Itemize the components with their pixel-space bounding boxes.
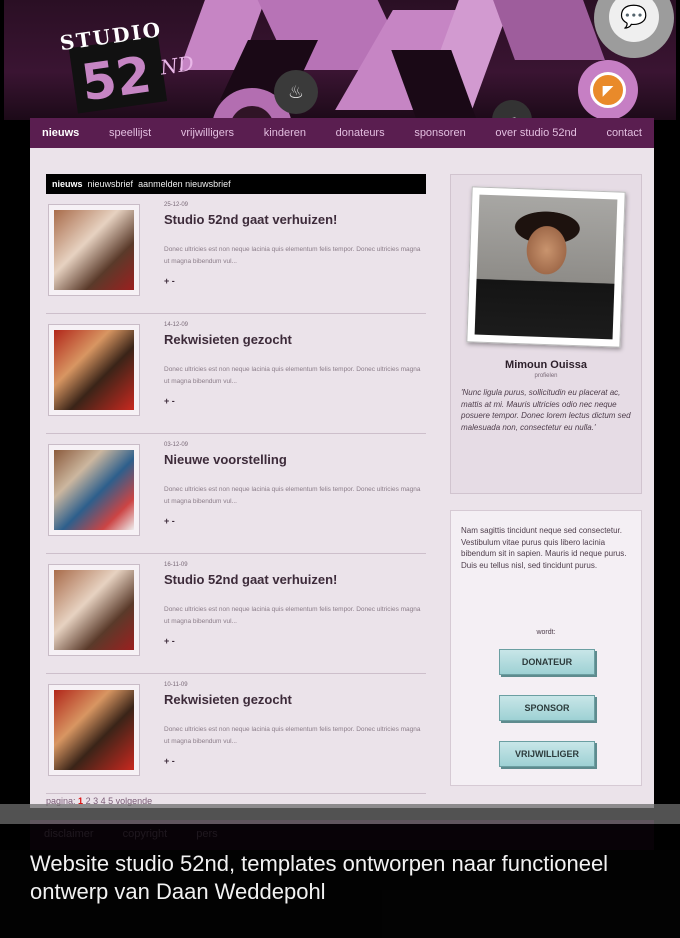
news-title[interactable]: Nieuwe voorstelling — [164, 452, 287, 467]
news-photo — [54, 450, 134, 530]
news-date: 25-12-09 — [164, 202, 189, 208]
news-date: 03-12-09 — [164, 442, 189, 448]
site-logo[interactable]: STUDIO 52 ND — [58, 13, 199, 120]
news-date: 10-11-09 — [164, 682, 188, 688]
caption-top-strip — [0, 804, 680, 824]
news-divider — [46, 433, 426, 434]
sub-nav-item-aanmelden[interactable]: aanmelden nieuwsbrief — [138, 179, 231, 189]
news-photo — [54, 690, 134, 770]
news-expand-toggle[interactable]: + - — [164, 756, 175, 766]
nav-item-contact[interactable]: contact — [606, 127, 641, 139]
page-content: nieuws nieuwsbrief aanmelden nieuwsbrief… — [30, 148, 654, 808]
news-photo — [54, 210, 134, 290]
news-column: nieuws nieuwsbrief aanmelden nieuwsbrief… — [46, 174, 426, 794]
news-expand-toggle[interactable]: + - — [164, 636, 175, 646]
screenshot-frame: 💬 ◤ ♨ ♫ STUDIO 52 ND nieuws speellijst v… — [0, 0, 680, 938]
news-thumbnail[interactable] — [48, 684, 140, 776]
nav-item-vrijwilligers[interactable]: vrijwilligers — [181, 127, 234, 139]
news-thumbnail[interactable] — [48, 204, 140, 296]
rss-icon[interactable]: ◤ — [590, 72, 626, 108]
news-photo — [54, 570, 134, 650]
cta-wordt-label: wordt: — [536, 629, 556, 636]
news-title[interactable]: Rekwisieten gezocht — [164, 692, 292, 707]
news-divider — [46, 553, 426, 554]
profile-quote: 'Nunc ligula purus, sollicitudin eu plac… — [461, 388, 631, 432]
news-date: 16-11-09 — [164, 562, 188, 568]
site-header: 💬 ◤ ♨ ♫ STUDIO 52 ND — [4, 0, 676, 120]
news-title[interactable]: Studio 52nd gaat verhuizen! — [164, 572, 337, 587]
nav-item-speellijst[interactable]: speellijst — [109, 127, 151, 139]
news-item: 14-12-09 Rekwisieten gezocht Donec ultri… — [46, 316, 426, 434]
nav-item-nieuws[interactable]: nieuws — [42, 127, 79, 139]
logo-text-52: 52 — [77, 45, 155, 113]
news-excerpt: Donec ultricies est non neque lacinia qu… — [164, 366, 421, 385]
nav-item-kinderen[interactable]: kinderen — [264, 127, 306, 139]
logo-text-nd: ND — [158, 51, 196, 80]
music-icon: ♫ — [492, 100, 532, 120]
sub-nav-item-nieuws[interactable]: nieuws — [52, 179, 83, 189]
sub-nav: nieuws nieuwsbrief aanmelden nieuwsbrief — [46, 174, 426, 194]
news-date: 14-12-09 — [164, 322, 189, 328]
news-excerpt: Donec ultricies est non neque lacinia qu… — [164, 726, 421, 745]
caption-overlay: Website studio 52nd, templates ontworpen… — [0, 824, 680, 938]
caption-text: Website studio 52nd, templates ontworpen… — [30, 851, 609, 904]
vrijwilliger-button[interactable]: VRIJWILLIGER — [499, 741, 595, 767]
sponsor-button[interactable]: SPONSOR — [499, 695, 595, 721]
news-thumbnail[interactable] — [48, 444, 140, 536]
news-excerpt: Donec ultricies est non neque lacinia qu… — [164, 606, 421, 625]
profile-photo-frame — [466, 186, 626, 348]
news-expand-toggle[interactable]: + - — [164, 396, 175, 406]
profile-photo — [474, 194, 618, 340]
news-thumbnail[interactable] — [48, 324, 140, 416]
news-item: 10-11-09 Rekwisieten gezocht Donec ultri… — [46, 676, 426, 794]
news-item: 16-11-09 Studio 52nd gaat verhuizen! Don… — [46, 556, 426, 674]
news-excerpt: Donec ultricies est non neque lacinia qu… — [164, 246, 421, 265]
news-item: 03-12-09 Nieuwe voorstelling Donec ultri… — [46, 436, 426, 554]
flame-icon: ♨ — [274, 70, 318, 114]
news-expand-toggle[interactable]: + - — [164, 516, 175, 526]
cta-text: Nam sagittis tincidunt neque sed consect… — [461, 526, 627, 570]
nav-item-donateurs[interactable]: donateurs — [336, 127, 385, 139]
sub-nav-item-nieuwsbrief[interactable]: nieuwsbrief — [88, 179, 134, 189]
profile-card: Mimoun Ouissa profielen 'Nunc ligula pur… — [450, 174, 642, 494]
nav-item-sponsoren[interactable]: sponsoren — [414, 127, 465, 139]
profile-role: profielen — [534, 373, 558, 379]
become-member-panel: Nam sagittis tincidunt neque sed consect… — [450, 510, 642, 786]
news-title[interactable]: Rekwisieten gezocht — [164, 332, 292, 347]
nav-item-over-studio[interactable]: over studio 52nd — [495, 127, 576, 139]
news-divider — [46, 793, 426, 794]
donateur-button[interactable]: DONATEUR — [499, 649, 595, 675]
news-item: 25-12-09 Studio 52nd gaat verhuizen! Don… — [46, 196, 426, 314]
news-divider — [46, 673, 426, 674]
news-photo — [54, 330, 134, 410]
profile-name: Mimoun Ouissa — [505, 359, 587, 371]
header-graphic-shape — [493, 0, 605, 60]
news-divider — [46, 313, 426, 314]
news-excerpt: Donec ultricies est non neque lacinia qu… — [164, 486, 421, 505]
news-expand-toggle[interactable]: + - — [164, 276, 175, 286]
main-nav: nieuws speellijst vrijwilligers kinderen… — [30, 118, 654, 148]
news-title[interactable]: Studio 52nd gaat verhuizen! — [164, 212, 337, 227]
news-thumbnail[interactable] — [48, 564, 140, 656]
